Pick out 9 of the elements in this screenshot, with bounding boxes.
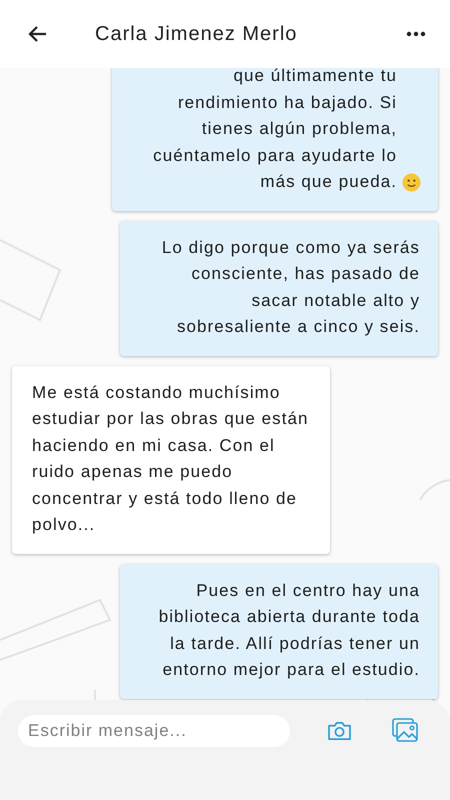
message-text: Pues en el centro hay una biblioteca abierta durante toda la tarde. Allí podrías tener un entorno mejor para el estudio.	[158, 580, 420, 681]
gallery-icon[interactable]	[392, 718, 418, 742]
camera-icon[interactable]	[327, 720, 352, 741]
contact-name: Carla Jimenez Merlo	[95, 22, 298, 46]
more-options-icon[interactable]	[406, 31, 426, 37]
message-text: Lo digo porque como ya serás consciente, has pasado de sacar notable alto y sobresaliente a cinco y seis.	[160, 236, 420, 338]
message-text: que últimamente tu rendimiento ha bajado. Si tienes algún problema, cuéntamelo para ayudarte lo más que pueda.	[152, 65, 397, 193]
message-text: Me está costando muchísimo estudiar por las obras que están haciendo en mi casa. Con el ruido apenas me puedo concentrar y está todo lleno de polvo...	[32, 382, 310, 536]
message-input-field[interactable]: Escribir mensaje...	[18, 715, 290, 747]
